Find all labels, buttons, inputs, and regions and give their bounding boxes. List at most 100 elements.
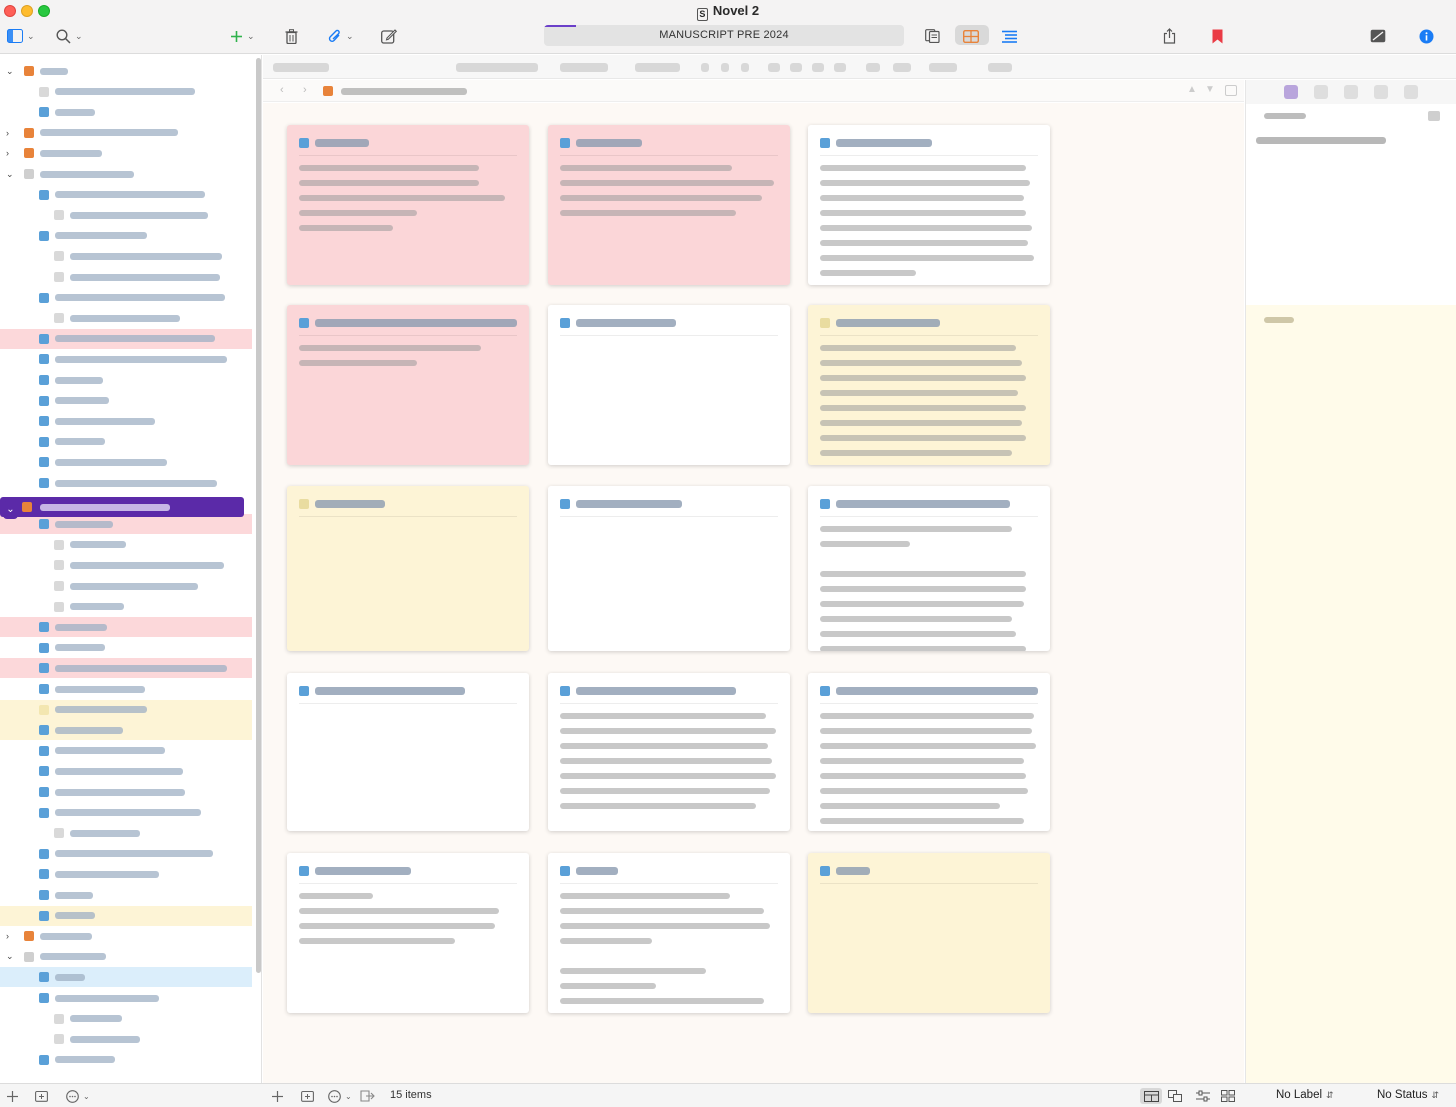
binder-item[interactable]: ⌄ (0, 947, 252, 967)
project-progress-field[interactable]: MANUSCRIPT PRE 2024 (544, 25, 904, 46)
binder-actions-button[interactable]: ⌄ (66, 1088, 90, 1104)
binder-item[interactable]: ⌄ (0, 61, 252, 81)
outline-view-button[interactable] (1002, 26, 1017, 46)
card-title[interactable] (820, 315, 1038, 331)
split-view-button[interactable] (925, 26, 940, 46)
card-title[interactable] (299, 496, 517, 512)
binder-item[interactable] (0, 349, 252, 369)
card-title[interactable] (820, 135, 1038, 151)
binder-item[interactable] (0, 699, 252, 720)
index-card[interactable] (808, 125, 1050, 285)
binder-item[interactable] (0, 370, 252, 390)
index-card[interactable] (808, 673, 1050, 831)
binder-item[interactable] (0, 967, 252, 988)
card-title[interactable] (820, 683, 1038, 699)
cards-across-button[interactable] (1221, 1088, 1235, 1104)
share-button[interactable] (1163, 26, 1176, 46)
font-style-menu[interactable] (560, 63, 608, 72)
disclosure-collapsed-icon[interactable]: › (6, 128, 16, 138)
card-title[interactable] (299, 135, 517, 151)
card-title[interactable] (560, 496, 778, 512)
align-left-button[interactable] (768, 63, 780, 72)
synopsis-image-icon[interactable] (1428, 111, 1440, 121)
font-family-menu[interactable] (456, 63, 538, 72)
index-card[interactable] (287, 853, 529, 1013)
compose-button[interactable] (381, 26, 397, 46)
corkboard[interactable] (263, 103, 1244, 1083)
corkboard-add-button[interactable] (272, 1088, 283, 1104)
inspector-notes-tab[interactable] (1284, 85, 1298, 99)
binder-item[interactable] (0, 844, 252, 864)
text-color-button[interactable] (866, 63, 880, 72)
down-arrow-icon[interactable]: ▼ (1205, 84, 1215, 95)
disclosure-expanded-icon[interactable]: ⌄ (3, 501, 18, 519)
binder-item[interactable] (0, 432, 252, 452)
disclosure-expanded-icon[interactable]: ⌄ (6, 951, 16, 962)
card-options-button[interactable] (1196, 1088, 1210, 1104)
binder-item[interactable] (0, 905, 252, 926)
binder-item[interactable] (0, 267, 252, 287)
binder-item[interactable] (0, 741, 252, 761)
binder-item[interactable] (0, 185, 252, 205)
binder-sidebar[interactable]: ⌄ › › ⌄ › ⌄ ⌄ (0, 55, 262, 1083)
align-right-button[interactable] (812, 63, 824, 72)
binder-item[interactable]: › (0, 123, 252, 143)
corkboard-view-button[interactable] (963, 26, 979, 46)
binder-item[interactable] (0, 82, 252, 102)
disclosure-expanded-icon[interactable]: ⌄ (6, 66, 16, 77)
binder-item[interactable] (0, 988, 252, 1008)
corkboard-add-folder-button[interactable] (301, 1088, 314, 1104)
binder-scrollbar[interactable] (256, 58, 261, 973)
binder-toggle-button[interactable]: ⌄ (7, 26, 35, 46)
forward-arrow-icon[interactable]: › (303, 84, 307, 96)
inspector-bookmarks-tab[interactable] (1314, 85, 1328, 99)
italic-button[interactable] (721, 63, 729, 72)
binder-add-button[interactable] (7, 1088, 18, 1104)
binder-item[interactable] (0, 1029, 252, 1049)
binder-item[interactable] (0, 782, 252, 802)
disclosure-collapsed-icon[interactable]: › (6, 931, 16, 941)
index-card[interactable] (548, 486, 790, 651)
inspector-button[interactable] (1419, 26, 1434, 46)
move-to-trash-button[interactable] (285, 26, 298, 46)
back-arrow-icon[interactable]: ‹ (280, 84, 284, 96)
synopsis-title-field[interactable] (1256, 137, 1386, 144)
search-button[interactable]: ⌄ (56, 26, 83, 46)
index-card[interactable] (808, 486, 1050, 651)
paragraph-style-menu[interactable] (273, 63, 329, 72)
index-card[interactable] (548, 125, 790, 285)
font-size-menu[interactable] (635, 63, 680, 72)
card-title[interactable] (299, 315, 517, 331)
highlight-button[interactable] (893, 63, 911, 72)
binder-item[interactable] (0, 473, 252, 493)
binder-item[interactable] (0, 555, 252, 575)
attach-button[interactable]: ⌄ (328, 26, 354, 46)
binder-item[interactable] (0, 308, 252, 328)
justify-button[interactable] (834, 63, 846, 72)
line-spacing-menu[interactable] (929, 63, 957, 72)
index-card[interactable] (287, 125, 529, 285)
underline-button[interactable] (741, 63, 749, 72)
index-card[interactable] (548, 305, 790, 465)
binder-item[interactable] (0, 679, 252, 699)
index-card[interactable] (808, 853, 1050, 1013)
card-title[interactable] (560, 683, 778, 699)
binder-item[interactable] (0, 411, 252, 431)
binder-item[interactable] (0, 246, 252, 266)
split-editor-icon[interactable] (1225, 85, 1237, 96)
binder-item[interactable]: › (0, 926, 252, 946)
inspector-metadata-tab[interactable] (1344, 85, 1358, 99)
index-card[interactable] (548, 853, 790, 1013)
binder-item[interactable] (0, 514, 252, 535)
binder-item[interactable] (0, 617, 252, 638)
index-card[interactable] (287, 305, 529, 465)
add-document-button[interactable]: ⌄ (230, 26, 255, 46)
inspector-notes-area[interactable] (1246, 305, 1456, 1083)
inspector-snapshots-tab[interactable] (1374, 85, 1388, 99)
binder-item[interactable] (0, 885, 252, 905)
binder-item[interactable] (0, 720, 252, 741)
bold-button[interactable] (701, 63, 709, 72)
binder-add-folder-button[interactable] (35, 1088, 48, 1104)
binder-item[interactable] (0, 1050, 252, 1070)
align-center-button[interactable] (790, 63, 802, 72)
